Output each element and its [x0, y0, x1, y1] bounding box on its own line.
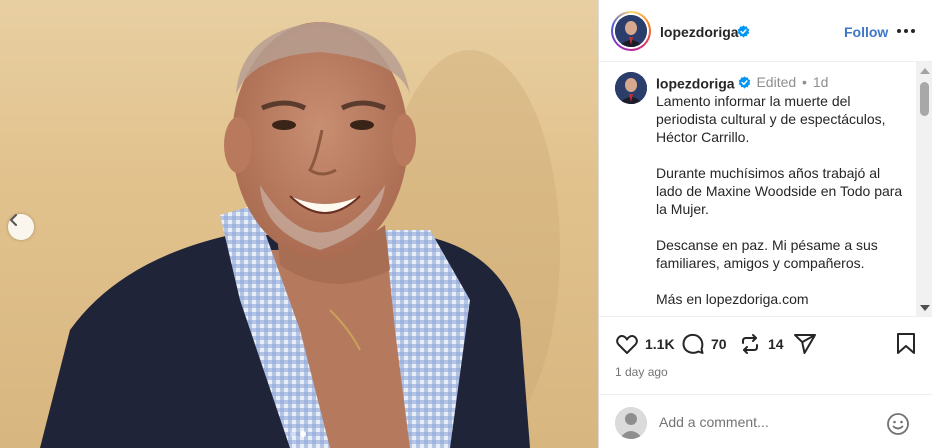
share-button[interactable] [793, 332, 817, 356]
post-side-panel: lopezdoriga Follow lopezdoriga Edited • [598, 0, 932, 448]
save-button[interactable] [895, 332, 917, 356]
verified-icon [737, 25, 750, 38]
caption-scrollbar[interactable] [916, 62, 932, 316]
caption-section: lopezdoriga Edited • 1d Lamento informar… [599, 62, 932, 317]
share-icon [794, 334, 816, 354]
default-avatar-icon [615, 407, 647, 439]
comment-composer [599, 394, 932, 448]
repost-count: 14 [768, 336, 784, 352]
caption-paragraph: Lamento informar la muerte del periodist… [656, 93, 886, 145]
carousel-dot [290, 431, 296, 437]
more-icon [897, 29, 901, 33]
verified-icon [738, 76, 750, 89]
action-bar: 1.1K 70 14 [599, 318, 932, 362]
follow-button[interactable]: Follow [844, 24, 888, 40]
like-count[interactable]: 1.1K [645, 336, 675, 352]
profile-picture [615, 72, 647, 104]
repost-button[interactable]: 14 [738, 332, 784, 356]
carousel-prev-button[interactable] [8, 214, 34, 240]
caption-paragraph: Más en lopezdoriga.com [656, 291, 809, 307]
viewer-avatar [615, 407, 647, 439]
post-timestamp[interactable]: 1 day ago [615, 365, 668, 379]
caption-header: lopezdoriga Edited • 1d [656, 74, 828, 91]
emoji-icon[interactable] [886, 412, 910, 436]
post-photo[interactable] [0, 0, 598, 448]
scroll-down-arrow[interactable] [920, 305, 930, 311]
post-age[interactable]: 1d [813, 74, 829, 90]
bookmark-icon [897, 333, 915, 354]
meta-separator: • [802, 74, 807, 90]
profile-picture [615, 15, 647, 47]
heart-icon [616, 335, 638, 354]
scroll-up-arrow[interactable] [920, 68, 930, 74]
comment-input[interactable] [659, 414, 879, 430]
portrait-image [40, 22, 560, 448]
edited-label: Edited [756, 74, 797, 90]
caption-text: Lamento informar la muerte del periodist… [656, 92, 908, 316]
repost-icon [742, 334, 758, 354]
comment-icon [682, 333, 704, 354]
chevron-left-icon [10, 214, 17, 226]
comment-button[interactable]: 70 [681, 332, 727, 356]
carousel-dot-active [300, 431, 306, 437]
caption-avatar[interactable] [615, 72, 647, 104]
scroll-thumb[interactable] [920, 82, 929, 116]
comment-count: 70 [711, 336, 727, 352]
header-username[interactable]: lopezdoriga [660, 24, 739, 40]
more-options-button[interactable] [897, 22, 919, 40]
like-button[interactable]: 1.1K [615, 332, 675, 356]
header-avatar[interactable] [611, 11, 651, 51]
caption-username[interactable]: lopezdoriga [656, 75, 735, 91]
post-header: lopezdoriga Follow [599, 0, 932, 62]
carousel-indicator [290, 431, 306, 437]
caption-paragraph: Durante muchísimos años trabajó al lado … [656, 165, 903, 217]
caption-paragraph: Descanse en paz. Mi pésame a sus familia… [656, 237, 878, 271]
